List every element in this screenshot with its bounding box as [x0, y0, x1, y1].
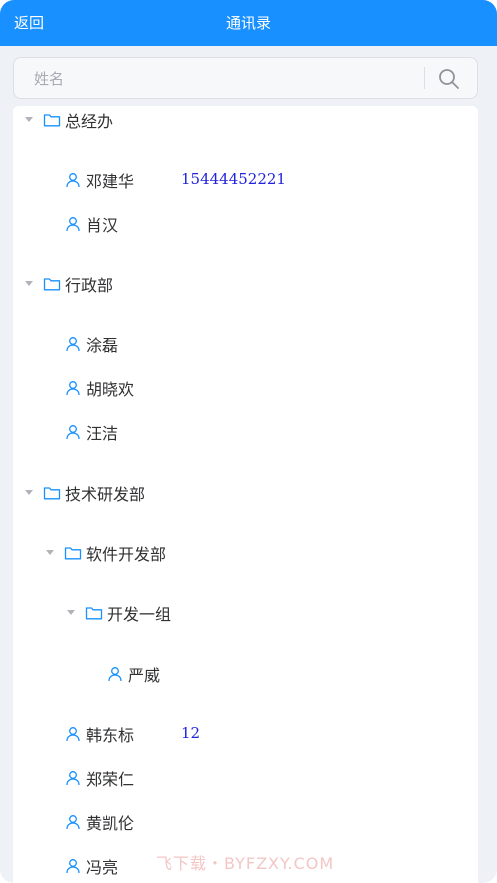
- tree-node-dept[interactable]: 开发一组: [64, 599, 171, 627]
- header-bar: 返回 通讯录: [0, 0, 497, 46]
- user-icon: [65, 858, 81, 874]
- user-icon: [65, 172, 81, 188]
- contact-name: 涂磊: [86, 336, 119, 355]
- contact-tree: 总经办 邓建华 15444452221 肖汉 行政部 涂磊 胡晓欢 汪洁 技术研…: [13, 106, 478, 883]
- contact-name: 郑荣仁: [86, 770, 135, 789]
- user-icon: [65, 216, 81, 232]
- contact-name: 邓建华: [86, 172, 135, 191]
- contact-name: 严威: [128, 666, 161, 685]
- caret-down-icon[interactable]: [22, 113, 36, 127]
- tree-node-contact[interactable]: 郑荣仁: [65, 764, 134, 792]
- tree-node-dept[interactable]: 总经办: [22, 106, 113, 134]
- contact-name: 肖汉: [86, 216, 119, 235]
- folder-icon: [43, 111, 61, 129]
- user-icon: [65, 336, 81, 352]
- tree-node-contact[interactable]: 黄凯伦: [65, 808, 134, 836]
- tree-node-contact[interactable]: 邓建华: [65, 166, 134, 194]
- search-input[interactable]: [32, 58, 416, 100]
- tree-node-contact[interactable]: 涂磊: [65, 330, 118, 358]
- user-icon: [65, 770, 81, 786]
- search-icon[interactable]: [437, 67, 461, 91]
- contact-name: 汪洁: [86, 424, 119, 443]
- tree-node-label: 软件开发部: [86, 545, 167, 564]
- page-title: 通讯录: [225, 14, 271, 32]
- user-icon: [65, 726, 81, 742]
- user-icon: [65, 380, 81, 396]
- folder-icon: [43, 275, 61, 293]
- tree-node-contact[interactable]: 汪洁: [65, 418, 118, 446]
- folder-icon: [85, 604, 103, 622]
- user-icon: [107, 666, 123, 682]
- app-frame: 返回 通讯录 总经办 邓建华 15444452221 肖汉 行政部: [0, 0, 497, 883]
- caret-down-icon[interactable]: [22, 486, 36, 500]
- tree-node-label: 技术研发部: [65, 485, 146, 504]
- tree-node-contact[interactable]: 胡晓欢: [65, 374, 134, 402]
- tree-node-dept[interactable]: 技术研发部: [22, 479, 145, 507]
- caret-down-icon[interactable]: [22, 277, 36, 291]
- search-bar: [13, 57, 478, 100]
- tree-node-label: 行政部: [65, 276, 114, 295]
- tree-node-contact[interactable]: 肖汉: [65, 210, 118, 238]
- user-icon: [65, 814, 81, 830]
- caret-down-icon[interactable]: [43, 546, 57, 560]
- contact-name: 韩东标: [86, 726, 135, 745]
- tree-node-contact[interactable]: 冯亮: [65, 852, 118, 880]
- folder-icon: [43, 484, 61, 502]
- watermark: 飞下载・BYFZXY.COM: [156, 854, 335, 873]
- tree-node-contact[interactable]: 韩东标: [65, 720, 134, 748]
- tree-node-label: 总经办: [65, 112, 114, 131]
- contact-phone: 12: [181, 724, 201, 742]
- contact-name: 黄凯伦: [86, 814, 135, 833]
- contact-name: 冯亮: [86, 858, 119, 877]
- tree-node-contact[interactable]: 严威: [107, 660, 160, 688]
- contact-phone: 15444452221: [181, 170, 286, 188]
- folder-icon: [64, 544, 82, 562]
- tree-node-dept[interactable]: 行政部: [22, 270, 113, 298]
- caret-down-icon[interactable]: [64, 606, 78, 620]
- tree-node-dept[interactable]: 软件开发部: [43, 539, 166, 567]
- search-divider: [424, 67, 425, 89]
- tree-node-label: 开发一组: [107, 605, 172, 624]
- contact-name: 胡晓欢: [86, 380, 135, 399]
- user-icon: [65, 424, 81, 440]
